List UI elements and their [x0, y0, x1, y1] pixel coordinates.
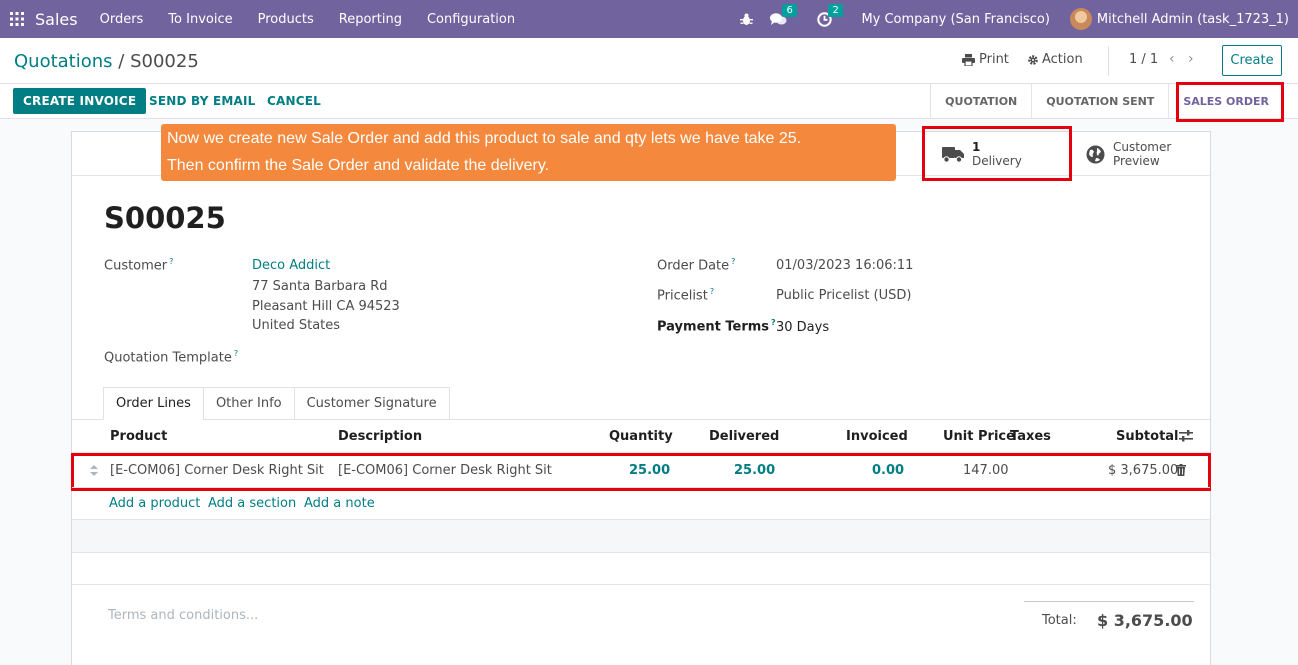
optional-columns-toggle-icon[interactable]	[1179, 430, 1193, 442]
total-value: $ 3,675.00	[1097, 611, 1193, 630]
help-tooltip-icon[interactable]: ?	[731, 257, 735, 266]
help-tooltip-icon[interactable]: ?	[169, 257, 173, 266]
customer-address-line3: United States	[252, 318, 341, 333]
menu-configuration[interactable]: Configuration	[427, 12, 515, 27]
debug-bug-icon[interactable]	[737, 10, 755, 28]
order-title: S00025	[104, 201, 226, 235]
customer-name-link[interactable]: Deco Addict	[252, 258, 330, 273]
payment-terms-label: Payment Terms?	[657, 318, 776, 335]
tab-other-info[interactable]: Other Info	[202, 387, 295, 420]
user-avatar[interactable]	[1069, 8, 1092, 30]
menu-products[interactable]: Products	[258, 12, 314, 27]
customer-preview-line2: Preview	[1113, 154, 1160, 168]
globe-icon	[1086, 145, 1105, 163]
tutorial-callout: Now we create new Sale Order and add thi…	[161, 124, 896, 181]
navbar-systray: 6 2 My Company (San Francisco) Mitchell …	[737, 0, 1298, 38]
sales-order-highlight-box	[1176, 82, 1284, 122]
total-divider	[1024, 601, 1194, 602]
action-label: Action	[1042, 52, 1083, 67]
customer-label: Customer?	[104, 257, 174, 274]
form-notebook-tabs: Order Lines Other Info Customer Signatur…	[103, 387, 450, 420]
empty-table-row	[72, 520, 1210, 552]
activities-count-badge: 2	[828, 4, 843, 17]
order-line-highlight-box	[71, 453, 1211, 491]
pager-next-button[interactable]: ›	[1188, 51, 1194, 67]
column-product[interactable]: Product	[110, 429, 167, 444]
table-bottom-divider	[72, 584, 1210, 585]
order-date-value[interactable]: 01/03/2023 16:06:11	[776, 258, 913, 273]
customer-preview-smart-button[interactable]: Customer Preview	[1086, 132, 1171, 176]
terms-and-conditions-field[interactable]: Terms and conditions...	[108, 608, 258, 623]
app-name[interactable]: Sales	[35, 10, 78, 29]
quotation-template-label: Quotation Template?	[104, 349, 239, 366]
tab-customer-signature[interactable]: Customer Signature	[293, 387, 450, 420]
menu-orders[interactable]: Orders	[100, 12, 144, 27]
total-label: Total:	[1042, 613, 1077, 628]
column-delivered[interactable]: Delivered	[709, 429, 779, 444]
company-switcher[interactable]: My Company (San Francisco)	[861, 12, 1049, 27]
create-button[interactable]: Create	[1222, 45, 1282, 76]
order-date-label: Order Date?	[657, 257, 736, 274]
customer-address-line2: Pleasant Hill CA 94523	[252, 299, 400, 314]
column-description[interactable]: Description	[338, 429, 422, 444]
control-panel: Quotations / S00025 Print Action 1 / 1 ‹…	[0, 38, 1298, 84]
gear-icon	[1028, 54, 1038, 65]
form-statusbar: CREATE INVOICE SEND BY EMAIL CANCEL QUOT…	[0, 84, 1298, 119]
column-invoiced[interactable]: Invoiced	[846, 429, 908, 444]
breadcrumb: Quotations / S00025	[14, 51, 199, 72]
pricelist-value[interactable]: Public Pricelist (USD)	[776, 288, 911, 303]
delivery-highlight-box	[922, 126, 1072, 181]
customer-address-line1: 77 Santa Barbara Rd	[252, 279, 388, 294]
top-navbar: Sales Orders To Invoice Products Reporti…	[0, 0, 1298, 38]
help-tooltip-icon[interactable]: ?	[710, 287, 714, 296]
tab-order-lines[interactable]: Order Lines	[103, 387, 204, 420]
messages-count-badge: 6	[782, 4, 797, 17]
action-menu-button[interactable]: Action	[1027, 52, 1083, 67]
callout-line-2: Then confirm the Sale Order and validate…	[167, 157, 550, 174]
callout-line-1: Now we create new Sale Order and add thi…	[167, 130, 802, 147]
stage-quotation-sent[interactable]: QUOTATION SENT	[1032, 84, 1170, 119]
print-icon	[962, 53, 975, 66]
pager-value[interactable]: 1 / 1	[1129, 52, 1158, 67]
table-row-divider	[72, 487, 1210, 488]
stage-quotation[interactable]: QUOTATION	[931, 84, 1033, 119]
create-invoice-button[interactable]: CREATE INVOICE	[13, 88, 147, 114]
help-tooltip-icon[interactable]: ?	[234, 349, 238, 358]
breadcrumb-separator: /	[118, 51, 125, 72]
help-tooltip-icon[interactable]: ?	[771, 318, 776, 327]
table-row-divider	[72, 552, 1210, 553]
send-by-email-button[interactable]: SEND BY EMAIL	[149, 88, 256, 114]
messages-chat-icon[interactable]: 6	[769, 4, 797, 28]
control-panel-divider	[1108, 46, 1109, 76]
add-product-link[interactable]: Add a product	[109, 496, 200, 511]
customer-preview-line1: Customer	[1113, 140, 1172, 154]
column-taxes[interactable]: Taxes	[1010, 429, 1051, 444]
add-note-link[interactable]: Add a note	[304, 496, 375, 511]
user-menu[interactable]: Mitchell Admin (task_1723_1)	[1097, 12, 1289, 27]
menu-reporting[interactable]: Reporting	[339, 12, 402, 27]
column-unit-price[interactable]: Unit Price	[943, 429, 1015, 444]
breadcrumb-quotations[interactable]: Quotations	[14, 51, 113, 72]
column-subtotal[interactable]: Subtotal	[1116, 429, 1179, 444]
pricelist-label: Pricelist?	[657, 287, 715, 304]
cancel-button[interactable]: CANCEL	[267, 88, 321, 114]
payment-terms-value[interactable]: 30 Days	[776, 320, 829, 335]
pager-previous-button[interactable]: ‹	[1169, 51, 1175, 67]
print-label: Print	[979, 52, 1009, 67]
column-quantity[interactable]: Quantity	[609, 429, 673, 444]
breadcrumb-current: S00025	[130, 51, 199, 72]
add-section-link[interactable]: Add a section	[208, 496, 296, 511]
app-menu-grid-icon[interactable]	[2, 0, 32, 38]
activities-clock-icon[interactable]: 2	[815, 4, 843, 28]
menu-to-invoice[interactable]: To Invoice	[168, 12, 232, 27]
print-menu-button[interactable]: Print	[962, 52, 1009, 67]
